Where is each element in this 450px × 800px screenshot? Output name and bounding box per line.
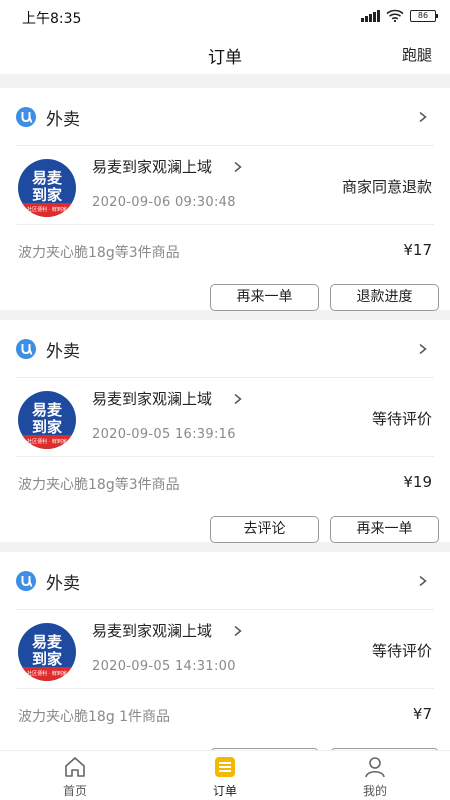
shop-name[interactable]: 易麦到家观澜上域 [92, 620, 212, 641]
takeout-icon [16, 107, 36, 127]
logo-tagline: 社区便利 · 鲜到家 [27, 670, 67, 677]
order-price: ¥19 [403, 473, 432, 491]
status-time: 上午8:35 [22, 11, 82, 27]
divider [16, 609, 434, 610]
order-goods-summary: 波力夹心脆18g等3件商品 [18, 245, 180, 261]
tab-home[interactable]: 首页 [0, 751, 150, 800]
logo-line1: 易麦 [32, 401, 63, 419]
order-status: 等待评价 [371, 642, 432, 660]
tab-mine-label: 我的 [362, 784, 387, 798]
home-icon [65, 757, 85, 777]
order-time: 2020-09-06 09:30:48 [92, 195, 236, 210]
order-price: ¥17 [403, 241, 432, 259]
order-action-button[interactable]: 退款进度 [330, 284, 439, 311]
status-icons: 86 [361, 9, 438, 22]
logo-tagline: 社区便利 · 鲜到家 [27, 438, 67, 445]
chevron-right-icon[interactable] [418, 576, 428, 586]
chevron-right-icon[interactable] [418, 344, 428, 354]
battery-icon: 86 [410, 9, 438, 22]
logo-line1: 易麦 [32, 633, 63, 651]
order-type-header[interactable]: 外卖 [0, 552, 450, 609]
logo-line2: 到家 [32, 650, 62, 668]
order-time: 2020-09-05 16:39:16 [92, 427, 236, 442]
divider [16, 224, 434, 225]
order-type-label: 外卖 [46, 342, 80, 362]
order-price: ¥7 [412, 705, 432, 723]
order-type-label: 外卖 [46, 110, 80, 130]
order-type-header[interactable]: 外卖 [0, 320, 450, 377]
order-type-label: 外卖 [46, 574, 80, 594]
chevron-right-icon[interactable] [233, 394, 243, 404]
logo-line2: 到家 [32, 186, 62, 204]
nav-bar: 订单 跑腿 [0, 34, 450, 74]
user-icon [365, 757, 385, 778]
divider [16, 456, 434, 457]
shop-logo[interactable]: 易麦到家社区便利 · 鲜到家 [18, 159, 76, 217]
divider [16, 145, 434, 146]
page-title: 订单 [208, 48, 242, 68]
shop-logo[interactable]: 易麦到家社区便利 · 鲜到家 [18, 623, 76, 681]
divider [16, 377, 434, 378]
shop-name[interactable]: 易麦到家观澜上域 [92, 388, 212, 409]
order-action-button[interactable]: 再来一单 [330, 516, 439, 543]
order-card[interactable]: 外卖 易麦 到家 社区便利 · 鲜到家 易麦到家观澜上域 2020-09-05 16:39… [0, 320, 450, 543]
logo-line1: 易麦 [32, 169, 63, 187]
status-bar: 上午8:35 86 [0, 0, 450, 34]
tab-bar: 首页 订单 我的 [0, 750, 450, 800]
tab-orders[interactable]: 订单 [150, 751, 300, 800]
tab-home-label: 首页 [62, 784, 87, 798]
errand-button[interactable]: 跑腿 [402, 44, 432, 65]
shop-name[interactable]: 易麦到家观澜上域 [92, 156, 212, 177]
order-time: 2020-09-05 14:31:00 [92, 659, 236, 674]
order-card[interactable]: 外卖 易麦 到家 社区便利 · 鲜到家 易麦到家观澜上域 2020-09-06 09:30… [0, 88, 450, 311]
order-action-button[interactable]: 去评论 [210, 516, 319, 543]
order-goods-summary: 波力夹心脆18g等3件商品 [18, 477, 180, 493]
tab-orders-label: 订单 [212, 784, 237, 798]
order-type-header[interactable]: 外卖 [0, 88, 450, 145]
logo-tagline: 社区便利 · 鲜到家 [27, 206, 67, 213]
chevron-right-icon[interactable] [233, 162, 243, 172]
order-status: 等待评价 [371, 410, 432, 428]
logo-line2: 到家 [32, 418, 62, 436]
chevron-right-icon[interactable] [233, 626, 243, 636]
signal-icon [361, 9, 380, 22]
order-card[interactable]: 外卖 易麦 到家 社区便利 · 鲜到家 易麦到家观澜上域 2020-09-05 14:31… [0, 552, 450, 750]
takeout-icon [16, 571, 36, 591]
order-action-button[interactable]: 再来一单 [210, 284, 319, 311]
wifi-icon [386, 9, 404, 22]
order-status: 商家同意退款 [341, 178, 432, 196]
chevron-right-icon[interactable] [418, 112, 428, 122]
order-goods-summary: 波力夹心脆18g 1件商品 [18, 709, 171, 725]
orders-icon [215, 757, 235, 777]
order-list[interactable]: 外卖 易麦 到家 社区便利 · 鲜到家 易麦到家观澜上域 2020-09-06 09:30… [0, 74, 450, 750]
takeout-icon [16, 339, 36, 359]
tab-mine[interactable]: 我的 [300, 751, 450, 800]
divider [16, 688, 434, 689]
shop-logo[interactable]: 易麦到家社区便利 · 鲜到家 [18, 391, 76, 449]
